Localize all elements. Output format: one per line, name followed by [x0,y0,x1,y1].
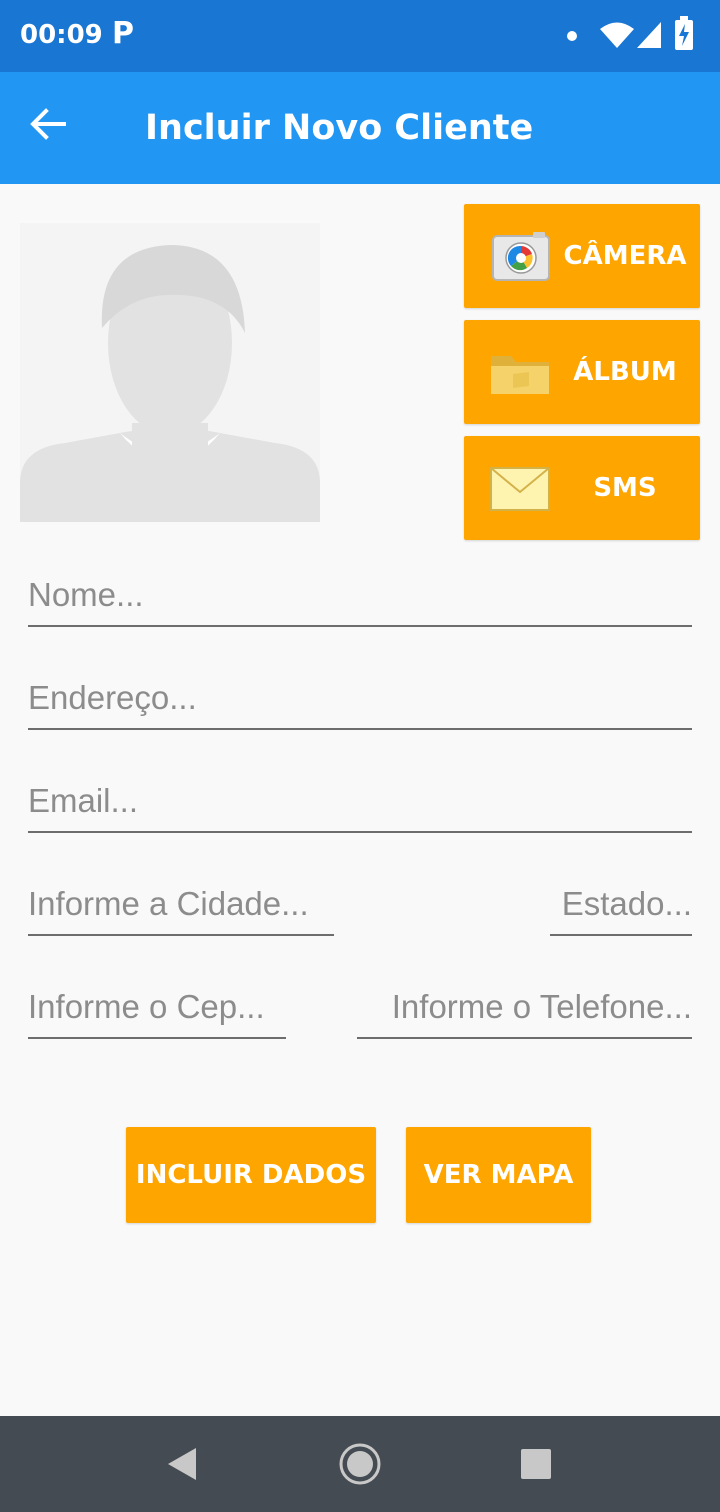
email-field[interactable] [28,771,692,833]
navigation-bar [0,1416,720,1512]
nome-field[interactable] [28,565,692,627]
person-placeholder-icon [20,223,320,522]
status-bar: 00:09 P [0,0,720,72]
back-button[interactable] [30,108,80,148]
status-time: 00:09 [20,20,103,50]
email-input[interactable] [28,771,692,831]
cidade-input[interactable] [28,874,334,934]
arrow-back-icon [30,108,66,140]
envelope-icon [490,467,550,511]
endereco-field[interactable] [28,668,692,730]
nav-back-button[interactable] [160,1442,204,1486]
signal-icon [637,22,661,48]
estado-input[interactable] [550,874,692,934]
circle-home-icon [339,1443,381,1485]
page-title: Incluir Novo Cliente [145,108,534,148]
telefone-field[interactable] [357,977,692,1039]
nav-recents-button[interactable] [514,1442,558,1486]
sms-button-label: SMS [593,473,657,503]
camera-icon [492,232,550,281]
album-button[interactable]: ÁLBUM [464,320,700,424]
app-bar: Incluir Novo Cliente [0,72,720,184]
square-recents-icon [521,1449,551,1479]
notification-dot-icon [567,31,577,41]
ver-mapa-button[interactable]: VER MAPA [406,1127,591,1223]
nome-input[interactable] [28,565,692,625]
cep-field[interactable] [28,977,286,1039]
parking-notification-icon: P [112,16,134,51]
client-photo[interactable] [20,223,320,522]
folder-icon [491,356,549,394]
camera-button[interactable]: CÂMERA [464,204,700,308]
sms-button[interactable]: SMS [464,436,700,540]
cidade-field[interactable] [28,874,334,936]
camera-button-label: CÂMERA [563,241,687,271]
endereco-input[interactable] [28,668,692,728]
nav-home-button[interactable] [338,1442,382,1486]
battery-icon [675,16,693,50]
estado-field[interactable] [550,874,692,936]
cep-input[interactable] [28,977,286,1037]
wifi-icon [600,22,634,48]
telefone-input[interactable] [357,977,692,1037]
album-button-label: ÁLBUM [573,357,677,387]
incluir-dados-button[interactable]: INCLUIR DADOS [126,1127,376,1223]
triangle-back-icon [168,1448,196,1480]
